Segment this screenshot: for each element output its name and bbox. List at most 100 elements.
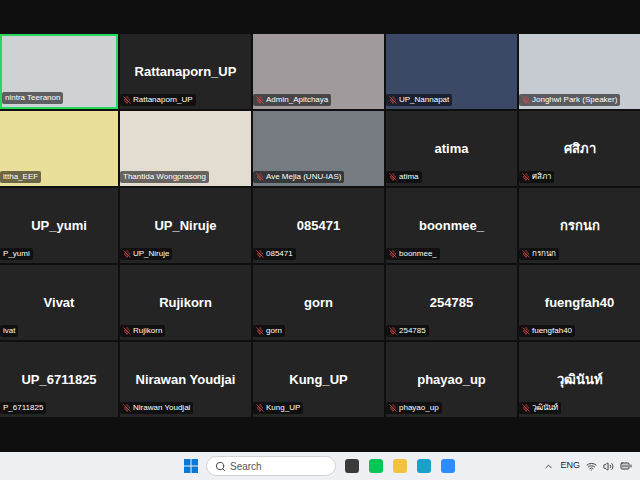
- participant-name: phayao_up: [413, 370, 490, 390]
- participant-label: กรกนก: [519, 248, 559, 260]
- participant-name: Nirawan Youdjai: [132, 370, 240, 390]
- participant-label: Kung_UP: [253, 402, 303, 414]
- participant-label: Jonghwi Park (Speaker): [519, 94, 620, 106]
- participant-tile[interactable]: Thantida Wongprasong: [120, 111, 251, 186]
- participant-name: Rattanaporn_UP: [131, 62, 241, 82]
- participant-label: P_6711825: [0, 402, 46, 414]
- mic-muted-icon: [522, 404, 530, 412]
- mic-muted-icon: [522, 173, 530, 181]
- mic-muted-icon: [389, 327, 397, 335]
- participant-label: UP_Niruje: [120, 248, 172, 260]
- taskbar: Search ENG: [0, 452, 640, 480]
- participant-label: ivat: [0, 325, 18, 337]
- participant-tile[interactable]: Vivat ivat: [0, 265, 118, 340]
- participant-label: ittha_EEF: [0, 171, 41, 183]
- participant-tile[interactable]: ittha_EEF: [0, 111, 118, 186]
- participant-label: fuengfah40: [519, 325, 575, 337]
- participant-tile[interactable]: UP_Niruje UP_Niruje: [120, 188, 251, 263]
- participant-label: UP_Nannapat: [386, 94, 452, 106]
- participant-name: boonmee_: [415, 216, 488, 236]
- participant-name: UP_yumi: [27, 216, 91, 236]
- participant-tile[interactable]: fuengfah40 fuengfah40: [519, 265, 640, 340]
- participant-label: boonmee_: [386, 248, 440, 260]
- participant-name: วุฒินันท์: [553, 370, 607, 390]
- line-app-icon[interactable]: [368, 458, 384, 474]
- participant-tile[interactable]: UP_yumi P_yumi: [0, 188, 118, 263]
- windows-start-icon[interactable]: [184, 459, 198, 473]
- mic-muted-icon: [389, 173, 397, 181]
- participant-name: กรกนก: [556, 216, 604, 236]
- participant-name: UP_Niruje: [150, 216, 220, 236]
- participant-tile[interactable]: Jonghwi Park (Speaker): [519, 34, 640, 109]
- tray-overflow-icon[interactable]: [543, 461, 554, 472]
- participant-tile[interactable]: atima atima: [386, 111, 517, 186]
- volume-icon[interactable]: [603, 461, 614, 472]
- participant-label: 085471: [253, 248, 296, 260]
- participant-tile[interactable]: nintra Teeranon: [0, 34, 118, 109]
- participant-name: Vivat: [40, 293, 79, 313]
- mic-muted-icon: [389, 96, 397, 104]
- participant-name: ศสิภา: [560, 139, 600, 159]
- participant-name: UP_6711825: [17, 370, 100, 390]
- mic-muted-icon: [123, 250, 131, 258]
- participant-label: ศสิภา: [519, 171, 554, 183]
- participant-tile[interactable]: กรกนกกรกนก: [519, 188, 640, 263]
- mic-muted-icon: [522, 327, 530, 335]
- participant-name: atima: [431, 139, 473, 159]
- participant-tile[interactable]: Kung_UP Kung_UP: [253, 342, 384, 417]
- participant-label: วุฒินันท์: [519, 402, 561, 414]
- mic-muted-icon: [123, 327, 131, 335]
- participant-label: Admin_Apitchaya: [253, 94, 331, 106]
- task-view-icon[interactable]: [344, 458, 360, 474]
- participant-label: phayao_up: [386, 402, 442, 414]
- participant-name: fuengfah40: [541, 293, 618, 313]
- participant-tile[interactable]: UP_6711825 P_6711825: [0, 342, 118, 417]
- participant-tile[interactable]: Admin_Apitchaya: [253, 34, 384, 109]
- participant-label: Rattanaporn_UP: [120, 94, 196, 106]
- mic-muted-icon: [522, 250, 530, 258]
- participant-name: Rujikorn: [155, 293, 216, 313]
- participant-tile[interactable]: gorn gorn: [253, 265, 384, 340]
- participant-name: 085471: [293, 216, 344, 236]
- taskbar-search[interactable]: Search: [206, 456, 336, 476]
- participant-label: 254785: [386, 325, 429, 337]
- mic-muted-icon: [123, 404, 131, 412]
- mic-muted-icon: [522, 96, 530, 104]
- file-explorer-icon[interactable]: [392, 458, 408, 474]
- participant-label: atima: [386, 171, 422, 183]
- participant-label: nintra Teeranon: [2, 92, 63, 104]
- participant-tile[interactable]: UP_Nannapat: [386, 34, 517, 109]
- mic-muted-icon: [256, 404, 264, 412]
- participant-tile[interactable]: ศสิภาศสิภา: [519, 111, 640, 186]
- participant-tile[interactable]: Rattanaporn_UP Rattanaporn_UP: [120, 34, 251, 109]
- participant-name: gorn: [300, 293, 337, 313]
- mic-muted-icon: [256, 327, 264, 335]
- battery-icon[interactable]: [620, 460, 632, 472]
- mic-muted-icon: [389, 250, 397, 258]
- wifi-icon[interactable]: [586, 461, 597, 472]
- participant-label: gorn: [253, 325, 285, 337]
- mic-muted-icon: [256, 173, 264, 181]
- participant-tile[interactable]: Rujikorn Rujikorn: [120, 265, 251, 340]
- mic-muted-icon: [256, 250, 264, 258]
- participant-label: P_yumi: [0, 248, 33, 260]
- participant-label: Rujikorn: [120, 325, 165, 337]
- participant-label: Ave Mejia (UNU-IAS): [253, 171, 344, 183]
- participant-tile[interactable]: boonmee_ boonmee_: [386, 188, 517, 263]
- zoom-app-icon[interactable]: [440, 458, 456, 474]
- participant-name: Kung_UP: [285, 370, 352, 390]
- language-indicator[interactable]: ENG: [560, 459, 580, 473]
- participant-tile[interactable]: Nirawan YoudjaiNirawan Youdjai: [120, 342, 251, 417]
- screen: nintra TeeranonRattanaporn_UPRattanaporn…: [0, 0, 640, 480]
- participant-label: Thantida Wongprasong: [120, 171, 209, 183]
- participant-tile[interactable]: วุฒินันท์วุฒินันท์: [519, 342, 640, 417]
- participant-tile[interactable]: 254785254785: [386, 265, 517, 340]
- mic-muted-icon: [389, 404, 397, 412]
- search-icon: [215, 461, 226, 472]
- edge-browser-icon[interactable]: [416, 458, 432, 474]
- zoom-gallery: nintra TeeranonRattanaporn_UPRattanaporn…: [0, 0, 640, 452]
- participant-tile[interactable]: 085471 085471: [253, 188, 384, 263]
- mic-muted-icon: [256, 96, 264, 104]
- participant-tile[interactable]: phayao_up phayao_up: [386, 342, 517, 417]
- participant-tile[interactable]: Ave Mejia (UNU-IAS): [253, 111, 384, 186]
